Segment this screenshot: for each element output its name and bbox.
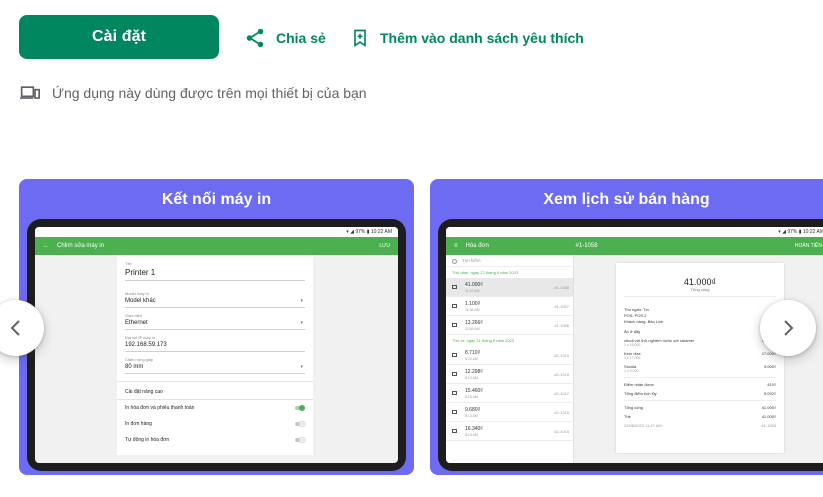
option-label: In đơn hàng <box>125 421 152 427</box>
install-button[interactable]: Cài đặt <box>19 15 219 59</box>
field-value: 192.168.59.173 <box>125 342 167 348</box>
status-bar: ▾ ◢ 97% ▮ 10:22 AM <box>35 227 398 237</box>
field-label: Giao diện <box>125 313 143 318</box>
date-group-label: Thứ năm, ngày 22 tháng 6 năm 2023 <box>452 270 519 275</box>
chevron-right-icon <box>784 320 794 336</box>
screenshot-card[interactable]: Kết nối máy in ▾ ◢ 97% ▮ 10:22 AM ← Chỉn… <box>19 179 414 475</box>
field-label: Địa chỉ IP máy in <box>125 335 155 340</box>
tablet-frame: ▾ ◢ 97% ▮ 10:22 AM ← Chỉnh sửa máy in LƯ… <box>27 219 406 471</box>
menu-icon: ≡ <box>454 243 458 249</box>
search-field: Tìm kiếm <box>446 255 573 267</box>
screenshot-title: Kết nối máy in <box>161 191 272 208</box>
receipt-icon <box>452 353 457 357</box>
device-compatibility-note: Ứng dụng này dùng được trên mọi thiết bị… <box>20 84 367 102</box>
divider <box>624 400 776 401</box>
toggle-switch <box>295 421 305 427</box>
refund-action: HOÀN TIỀN <box>794 243 822 249</box>
option-row: Tự động in hóa đơn <box>125 437 305 443</box>
invoice-row: 8.710₫ 8:23 AM #2-1019 <box>446 346 573 365</box>
option-label: In hóa đơn và phiếu thanh toán <box>125 405 195 411</box>
status-bar: ▾ ◢ 97% ▮ 10:22 AM <box>446 227 823 237</box>
form-field: Giao diện Ethernet ▾ <box>125 313 305 330</box>
receipt-icon <box>452 391 457 395</box>
app-bar-title: Chỉnh sửa máy in <box>57 243 105 249</box>
share-icon <box>246 28 264 48</box>
form-field: Model máy in Model khác ▾ <box>125 291 305 308</box>
field-value: Model khác <box>125 298 156 304</box>
receipt-icon <box>452 285 457 289</box>
receipt-item-qty: 1 x 9.000 <box>624 369 639 373</box>
dining-option: Ăn ở đây <box>624 329 641 334</box>
invoice-row: 1.100₫ 11:46 AM #1-1057 <box>446 297 573 316</box>
share-label: Chia sẻ <box>276 30 326 46</box>
toggle-switch <box>295 437 305 443</box>
tablet-screen: ▾ ◢ 97% ▮ 10:22 AM ← Chỉnh sửa máy in LƯ… <box>35 227 398 463</box>
form-field: Chiều rộng giấy 80 mm ▾ <box>125 357 305 374</box>
receipt-icon <box>452 323 457 327</box>
field-label: Tên <box>125 261 132 266</box>
receipt-icon <box>452 304 457 308</box>
invoice-row: 13.266₫ 11:45 AM #1-1056 <box>446 316 573 335</box>
receipt-detail: 41.000₫ Tổng cộng Thu ngân: Tín POS: POS… <box>616 263 784 453</box>
receipt-item-qty: 1 x 17.000 <box>624 356 641 360</box>
dropdown-caret-icon: ▾ <box>300 364 303 370</box>
chevron-left-icon <box>10 320 20 336</box>
invoice-row: 12.298₫ 8:19 AM #2-1018 <box>446 365 573 384</box>
save-action: LƯU <box>379 243 390 249</box>
devices-icon <box>20 86 40 99</box>
receipt-total-label: Tổng cộng <box>690 287 710 292</box>
install-button-label: Cài đặt <box>91 28 147 45</box>
printer-form: Tên Printer 1 Model máy in Model khác ▾ … <box>117 255 313 455</box>
bookmark-add-icon <box>354 29 366 48</box>
invoice-row: 41.000₫ 11:47 AM #1-1058 <box>446 278 573 297</box>
payment-line: Thẻ 41.000₫ <box>624 414 776 419</box>
receipt-item-qty: 1 x 15.000 <box>624 343 641 347</box>
receipt-info: Thu ngân: Tín POS: POS 2 Khách hàng: Bảo… <box>624 307 664 324</box>
add-to-wishlist-button[interactable]: Thêm vào danh sách yêu thích <box>350 26 584 50</box>
invoice-row: 16.340₫ 8:10 AM #2-1015 <box>446 422 573 441</box>
share-button[interactable]: Chia sẻ <box>244 26 326 50</box>
date-group-label: Thứ tư, ngày 21 tháng 6 năm 2023 <box>452 338 515 343</box>
divider <box>117 381 313 382</box>
divider <box>624 296 776 297</box>
field-label: Model máy in <box>125 291 149 296</box>
app-bar-title: Hóa đơn <box>465 243 489 249</box>
option-label: Tự động in hóa đơn <box>125 437 170 443</box>
receipt-icon <box>452 429 457 433</box>
divider <box>117 399 313 400</box>
invoice-list: Tìm kiếm Thứ năm, ngày 22 tháng 6 năm 20… <box>446 255 574 463</box>
invoice-row: 9.680₫ 8:13 AM #2-1016 <box>446 403 573 422</box>
receipt-footer: 22/06/2023 11:47 AM #1-1058 <box>624 423 776 428</box>
points-earned: Điểm nhận được 410₫ <box>624 382 776 387</box>
screenshot-title: Xem lịch sử bán hàng <box>543 191 710 208</box>
form-field: Địa chỉ IP máy in 192.168.59.173 <box>125 335 305 352</box>
form-field: Tên Printer 1 <box>125 261 305 281</box>
advanced-settings-label: Cài đặt nâng cao <box>125 389 163 395</box>
option-row: In hóa đơn và phiếu thanh toán <box>125 405 305 411</box>
field-value: Ethernet <box>125 320 148 326</box>
receipt-number: #1-1058 <box>575 243 598 249</box>
carousel-next-button[interactable] <box>760 300 816 356</box>
sum-line: Tổng cộng 41.000₫ <box>624 405 776 410</box>
receipt-icon <box>452 372 457 376</box>
app-bar: ← Chỉnh sửa máy in LƯU <box>35 237 398 255</box>
back-arrow-icon: ← <box>43 243 49 249</box>
app-bar: ≡ Hóa đơn #1-1058 HOÀN TIỀN <box>446 237 823 255</box>
wishlist-label: Thêm vào danh sách yêu thích <box>380 30 584 46</box>
field-label: Chiều rộng giấy <box>125 357 154 362</box>
option-row: In đơn hàng <box>125 421 305 427</box>
receipt-total: 41.000₫ <box>683 277 717 287</box>
dropdown-caret-icon: ▾ <box>300 320 303 326</box>
points-total: Tổng điểm tích lũy 5.092₫ <box>624 391 776 396</box>
field-value: 80 mm <box>125 364 144 370</box>
toggle-switch <box>295 405 305 411</box>
invoice-row: 15.460₫ 8:15 AM #2-1017 <box>446 384 573 403</box>
divider <box>624 377 776 378</box>
device-note-text: Ứng dụng này dùng được trên mọi thiết bị… <box>52 85 367 101</box>
dropdown-caret-icon: ▾ <box>300 298 303 304</box>
receipt-icon <box>452 410 457 414</box>
screenshot-carousel[interactable]: Kết nối máy in ▾ ◢ 97% ▮ 10:22 AM ← Chỉn… <box>0 178 823 478</box>
field-value: Printer 1 <box>125 268 156 277</box>
